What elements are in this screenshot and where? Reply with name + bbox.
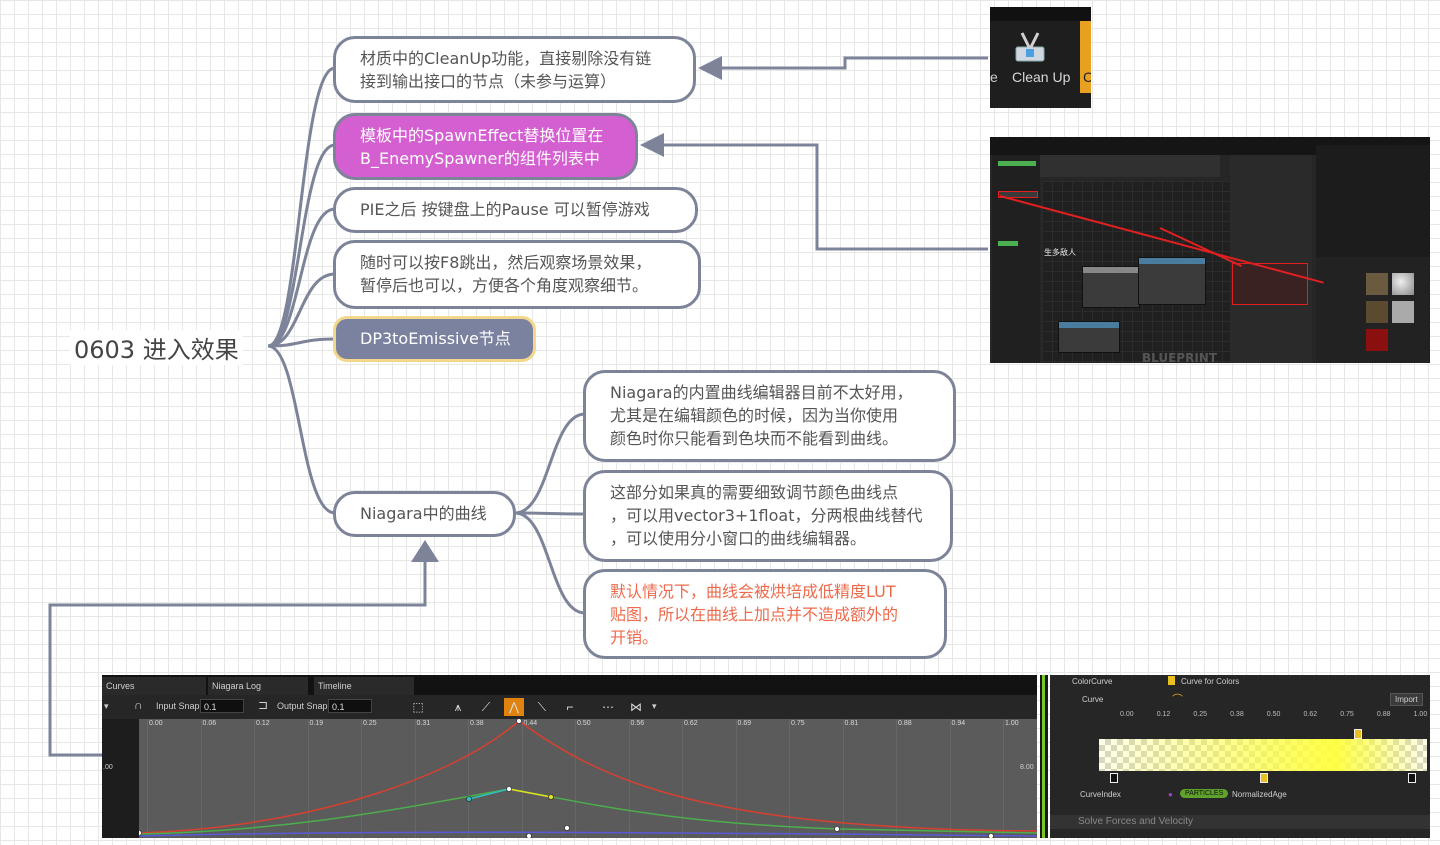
curve-key[interactable] bbox=[526, 833, 532, 839]
straighten-icon[interactable]: ⋈ bbox=[626, 698, 646, 716]
gradient-stop[interactable] bbox=[1408, 773, 1416, 783]
panel-divider[interactable] bbox=[1040, 675, 1048, 838]
collapse-arrow-icon[interactable]: ▾ bbox=[104, 701, 109, 712]
curve-key[interactable] bbox=[988, 833, 994, 839]
particles-badge: PARTICLES bbox=[1180, 789, 1229, 798]
tab-timeline[interactable]: Timeline bbox=[314, 677, 414, 695]
root-node[interactable]: 0603 进入效果 bbox=[70, 330, 243, 365]
curve-key[interactable] bbox=[139, 830, 142, 836]
node-niagara-curves[interactable]: Niagara中的曲线 bbox=[333, 491, 516, 537]
gradient-stop[interactable] bbox=[1110, 773, 1118, 783]
break-tangent-icon[interactable]: ⋀ bbox=[504, 698, 524, 716]
gradient-stop[interactable] bbox=[1260, 773, 1268, 783]
gradient-tick-label: 0.50 bbox=[1266, 711, 1281, 718]
select-tool-icon[interactable]: ⬚ bbox=[408, 698, 428, 716]
color-curve-details: ColorCurve Curve for Colors Curve ⌒ Impo… bbox=[1050, 675, 1430, 838]
node-vector3-note[interactable]: 这部分如果真的需要细致调节颜色曲线点 ，可以用vector3+1float，分两… bbox=[583, 470, 953, 562]
node-cleanup[interactable]: 材质中的CleanUp功能，直接剔除没有链 接到输出接口的节点（未参与运算） bbox=[333, 36, 696, 103]
auto-tangent-icon[interactable]: ⩚ bbox=[448, 698, 468, 716]
bp-watermark: BLUEPRINT bbox=[1142, 351, 1218, 363]
curve-label: Curve bbox=[1082, 695, 1104, 704]
flatten-icon[interactable]: ⋯ bbox=[598, 698, 618, 716]
gradient-stop-top[interactable] bbox=[1354, 729, 1362, 739]
y-tick-left: .00 bbox=[103, 764, 113, 771]
normalized-age[interactable]: NormalizedAge bbox=[1232, 790, 1287, 799]
particles-icon: ● bbox=[1168, 790, 1173, 799]
more-options-icon[interactable]: ▾ bbox=[652, 701, 657, 712]
tangent-handle[interactable] bbox=[548, 794, 554, 800]
cleanup-right-fragment: C bbox=[1083, 69, 1091, 85]
gradient-tick-label: 0.88 bbox=[1376, 711, 1391, 718]
gradient-tick-label: 0.12 bbox=[1156, 711, 1171, 718]
tab-niagara-log[interactable]: Niagara Log bbox=[208, 677, 308, 695]
solve-forces-section[interactable]: Solve Forces and Velocity bbox=[1050, 815, 1430, 829]
node-spawneffect[interactable]: 模板中的SpawnEffect替换位置在 B_EnemySpawner的组件列表… bbox=[333, 113, 638, 180]
curve-key-icon[interactable]: ⌒ bbox=[1172, 691, 1183, 707]
blueprint-screenshot: 生多敌人 BLUEPRINT bbox=[990, 137, 1430, 363]
curve-asset-icon bbox=[1168, 676, 1175, 685]
curve-tangent[interactable] bbox=[468, 788, 510, 800]
tab-curves[interactable]: Curves bbox=[102, 677, 206, 695]
input-snap-field[interactable]: 0.1 bbox=[200, 699, 244, 713]
curve-editor-screenshot: Curves Niagara Log Timeline ▾ ∩ Input Sn… bbox=[102, 675, 1037, 838]
user-tangent-icon[interactable]: ⟋ bbox=[476, 698, 496, 716]
curve-key[interactable] bbox=[834, 826, 840, 832]
import-button[interactable]: Import bbox=[1390, 693, 1423, 706]
curve-key[interactable] bbox=[506, 786, 512, 792]
color-gradient-strip[interactable] bbox=[1099, 739, 1427, 771]
gradient-tick-label: 0.75 bbox=[1340, 711, 1354, 718]
curveindex-label: CurveIndex bbox=[1080, 790, 1121, 799]
cleanup-screenshot: e Clean Up C bbox=[990, 7, 1091, 108]
broom-icon bbox=[1015, 32, 1045, 62]
node-f8[interactable]: 随时可以按F8跳出，然后观察场景效果， 暂停后也可以，方便各个角度观察细节。 bbox=[333, 240, 701, 309]
node-pause[interactable]: PIE之后 按键盘上的Pause 可以暂停游戏 bbox=[333, 187, 698, 233]
constant-tangent-icon[interactable]: ⌐ bbox=[560, 698, 580, 716]
curve-lines bbox=[139, 719, 1037, 838]
curve-plot[interactable]: 0.00 0.06 0.12 0.19 0.25 0.31 0.38 0.44 0.50 0.56… bbox=[103, 719, 1037, 838]
cleanup-label[interactable]: Clean Up bbox=[1012, 69, 1070, 85]
output-snap-label: Output Snap bbox=[277, 701, 328, 711]
output-snap-field[interactable]: 0.1 bbox=[328, 699, 372, 713]
colorcurve-label: ColorCurve bbox=[1072, 677, 1113, 686]
curve-blue[interactable] bbox=[139, 831, 1037, 837]
colorcurve-value[interactable]: Curve for Colors bbox=[1181, 677, 1239, 686]
input-snap-label: Input Snap bbox=[156, 701, 200, 711]
bp-graph-text: 生多敌人 bbox=[1044, 248, 1076, 257]
curve-tangent[interactable] bbox=[508, 788, 552, 798]
gradient-tick-label: 0.00 bbox=[1120, 711, 1134, 718]
node-dp3toemissive[interactable]: DP3toEmissive节点 bbox=[333, 316, 536, 362]
node-niagara-editor-note[interactable]: Niagara的内置曲线编辑器目前不太好用， 尤其是在编辑颜色的时候，因为当你使… bbox=[583, 370, 956, 462]
node-lut-note[interactable]: 默认情况下，曲线会被烘培成低精度LUT 贴图，所以在曲线上加点并不造成额外的 开… bbox=[583, 569, 947, 659]
cleanup-left-fragment: e bbox=[990, 69, 998, 85]
output-snap-icon[interactable]: ⊐ bbox=[258, 698, 268, 712]
curve-key[interactable] bbox=[564, 825, 570, 831]
magnet-icon[interactable]: ∩ bbox=[134, 698, 143, 712]
gradient-tick-label: 0.25 bbox=[1193, 711, 1208, 718]
tangent-handle[interactable] bbox=[466, 796, 472, 802]
gradient-tick-label: 0.62 bbox=[1303, 711, 1318, 718]
linear-tangent-icon[interactable]: ⟍ bbox=[532, 698, 552, 716]
gradient-tick-label: 0.38 bbox=[1230, 711, 1244, 718]
curve-red[interactable] bbox=[139, 720, 1037, 834]
curve-key[interactable] bbox=[516, 719, 522, 724]
gradient-tick-label: 1.00 bbox=[1413, 711, 1428, 718]
